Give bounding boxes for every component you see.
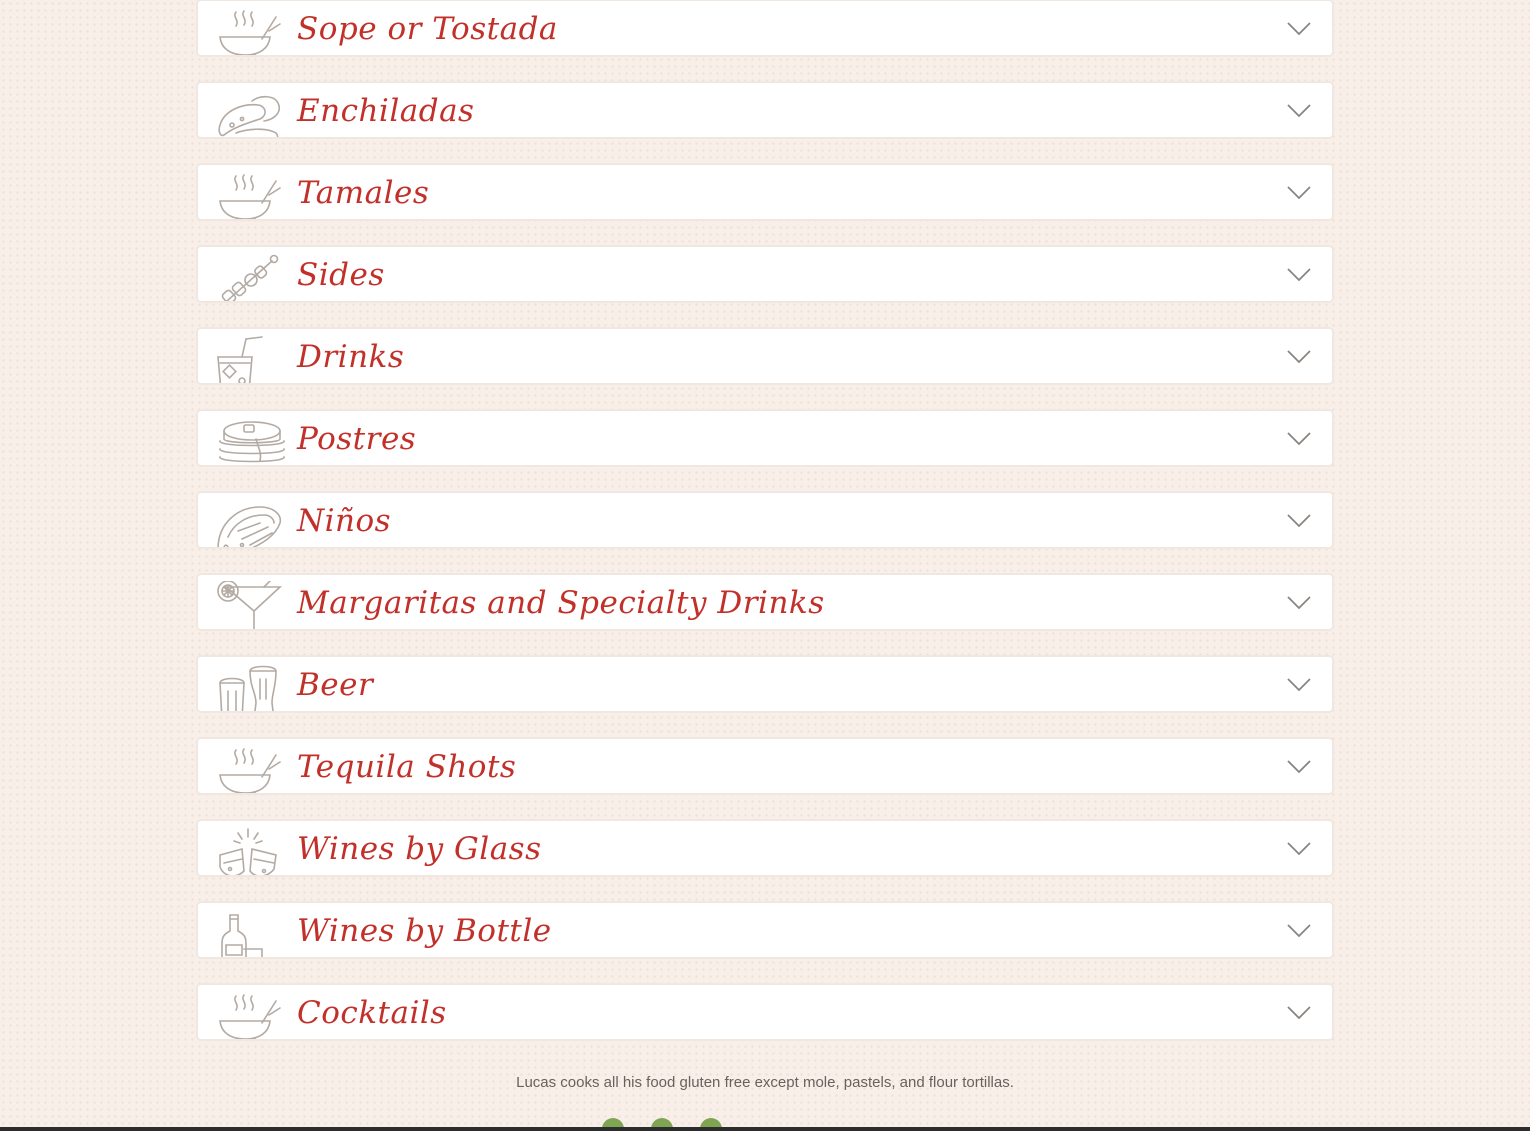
category-tamales[interactable]: Tamales (196, 163, 1334, 221)
category-margaritas-and-specialty-drinks[interactable]: Margaritas and Specialty Drinks (196, 573, 1334, 631)
taco-icon (216, 499, 288, 547)
category-sope-or-tostada[interactable]: Sope or Tostada (196, 0, 1334, 57)
window-bottom-edge (0, 1127, 1530, 1131)
chevron-down-icon[interactable] (1286, 674, 1312, 694)
category-title: Niños (297, 503, 392, 539)
category-title: Wines by Bottle (297, 913, 552, 949)
category-wines-by-glass[interactable]: Wines by Glass (196, 819, 1334, 877)
drink-cup-icon (216, 335, 288, 383)
category-cocktails[interactable]: Cocktails (196, 983, 1334, 1041)
category-title: Wines by Glass (297, 831, 542, 867)
category-tequila-shots[interactable]: Tequila Shots (196, 737, 1334, 795)
category-enchiladas[interactable]: Enchiladas (196, 81, 1334, 139)
menu-category-list: Sope or Tostada Enchiladas Tamales Sides… (196, 0, 1334, 1065)
chevron-down-icon[interactable] (1286, 592, 1312, 612)
category-drinks[interactable]: Drinks (196, 327, 1334, 385)
chevron-down-icon[interactable] (1286, 920, 1312, 940)
wine-toast-icon (216, 827, 288, 875)
category-wines-by-bottle[interactable]: Wines by Bottle (196, 901, 1334, 959)
category-title: Postres (297, 421, 417, 457)
soup-bowl-icon (216, 745, 288, 793)
chevron-down-icon[interactable] (1286, 838, 1312, 858)
category-title: Drinks (297, 339, 405, 375)
chevron-down-icon[interactable] (1286, 18, 1312, 38)
chevron-down-icon[interactable] (1286, 182, 1312, 202)
beer-glasses-icon (216, 663, 288, 711)
soup-bowl-icon (216, 991, 288, 1039)
chevron-down-icon[interactable] (1286, 510, 1312, 530)
gluten-free-note: Lucas cooks all his food gluten free exc… (516, 1074, 1014, 1091)
category-title: Beer (297, 667, 374, 703)
category-beer[interactable]: Beer (196, 655, 1334, 713)
enchilada-icon (216, 89, 288, 137)
skewer-icon (216, 253, 288, 301)
chevron-down-icon[interactable] (1286, 346, 1312, 366)
chevron-down-icon[interactable] (1286, 756, 1312, 776)
category-title: Sides (297, 257, 385, 293)
category-title: Tequila Shots (297, 749, 517, 785)
chevron-down-icon[interactable] (1286, 264, 1312, 284)
category-title: Cocktails (297, 995, 447, 1031)
category-sides[interactable]: Sides (196, 245, 1334, 303)
wine-bottle-icon (216, 909, 288, 957)
category-title: Tamales (297, 175, 430, 211)
margarita-icon (216, 581, 288, 629)
category-ninos[interactable]: Niños (196, 491, 1334, 549)
category-title: Enchiladas (297, 93, 475, 129)
chevron-down-icon[interactable] (1286, 1002, 1312, 1022)
category-title: Margaritas and Specialty Drinks (297, 585, 825, 621)
soup-bowl-icon (216, 7, 288, 55)
soup-bowl-icon (216, 171, 288, 219)
chevron-down-icon[interactable] (1286, 100, 1312, 120)
pancakes-icon (216, 417, 288, 465)
chevron-down-icon[interactable] (1286, 428, 1312, 448)
category-postres[interactable]: Postres (196, 409, 1334, 467)
category-title: Sope or Tostada (297, 11, 558, 47)
